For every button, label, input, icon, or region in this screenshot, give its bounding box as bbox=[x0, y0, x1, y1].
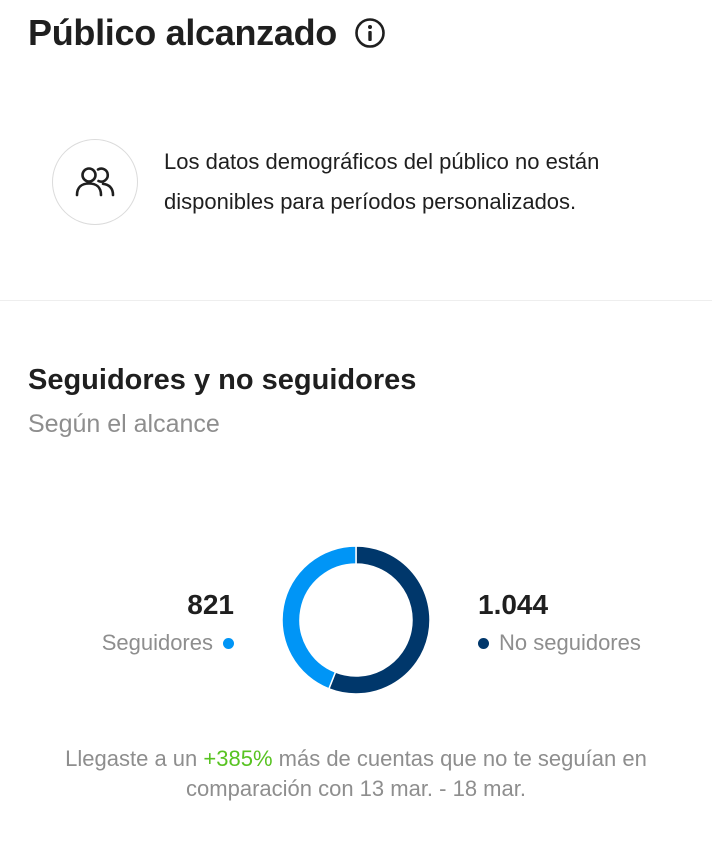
followers-legend-dot bbox=[223, 637, 234, 649]
comparison-prefix: Llegaste a un bbox=[65, 746, 204, 771]
comparison-highlight: +385% bbox=[203, 746, 273, 771]
section-divider bbox=[0, 300, 712, 301]
followers-section-subtitle: Según el alcance bbox=[28, 410, 220, 438]
insights-page: Público alcanzado Los datos demográficos… bbox=[0, 0, 712, 842]
followers-section-title: Seguidores y no seguidores bbox=[28, 364, 417, 396]
donut-slice-followers bbox=[281, 545, 357, 690]
non-followers-stat: 1.044 No seguidores bbox=[478, 588, 641, 656]
followers-label: Seguidores bbox=[101, 630, 213, 655]
followers-stat: 821 Seguidores bbox=[102, 588, 234, 656]
notice-text: Los datos demográficos del público no es… bbox=[164, 149, 600, 214]
page-title: Público alcanzado bbox=[28, 12, 337, 53]
non-followers-count: 1.044 bbox=[478, 589, 549, 620]
audience-header: Público alcanzado bbox=[28, 12, 387, 54]
people-icon bbox=[52, 139, 138, 225]
comparison-note: Llegaste a un +385% más de cuentas que n… bbox=[20, 744, 692, 804]
demographics-notice: Los datos demográficos del público no es… bbox=[52, 139, 684, 225]
followers-donut-chart bbox=[281, 545, 431, 695]
non-followers-label-row: No seguidores bbox=[478, 630, 641, 656]
non-followers-legend-dot bbox=[478, 637, 489, 649]
donut-slice-non-followers bbox=[327, 545, 431, 695]
followers-label-row: Seguidores bbox=[102, 630, 234, 656]
non-followers-label: No seguidores bbox=[499, 630, 641, 655]
info-icon[interactable] bbox=[353, 16, 387, 50]
followers-count: 821 bbox=[187, 589, 234, 620]
